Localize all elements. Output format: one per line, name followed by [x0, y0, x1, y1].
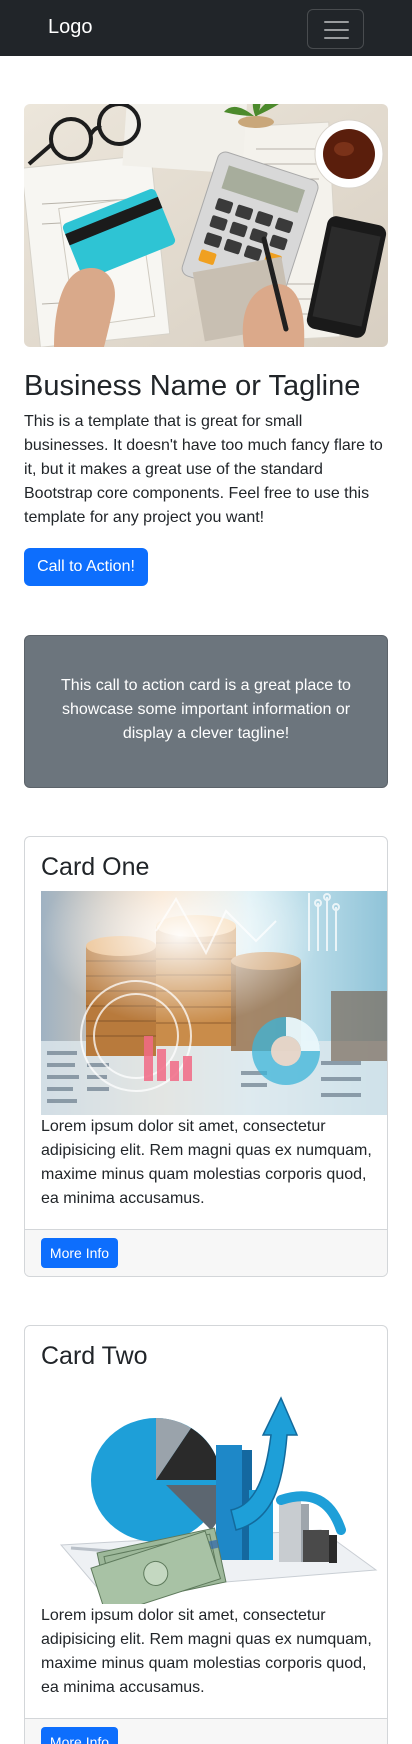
card-two-footer: More Info: [25, 1718, 387, 1744]
call-to-action-button[interactable]: Call to Action!: [24, 548, 148, 586]
card-one-image: [41, 891, 387, 1115]
navbar-toggler-button[interactable]: [307, 9, 364, 49]
card-one-title: Card One: [41, 853, 150, 881]
card-one-more-info-button[interactable]: More Info: [41, 1238, 118, 1268]
card-one-text: Lorem ipsum dolor sit amet, consectetur …: [41, 1118, 372, 1207]
call-to-action-card-text: This call to action card is a great plac…: [61, 677, 351, 742]
hero-title: Business Name or Tagline: [24, 370, 361, 402]
card-two-text: Lorem ipsum dolor sit amet, consectetur …: [41, 1607, 372, 1696]
logo-link[interactable]: Logo: [48, 14, 93, 40]
navbar: Logo: [0, 0, 412, 56]
card-one: Card One Lorem ipsum dolor sit amet, con…: [24, 836, 388, 1277]
hero-description: This is a template that is great for sma…: [24, 413, 383, 526]
card-two-title: Card Two: [41, 1342, 148, 1370]
card-one-footer: More Info: [25, 1229, 387, 1276]
hero-image: [24, 104, 388, 347]
card-two-image: [41, 1380, 387, 1604]
card-two: Card Two Lorem ipsum dolor sit amet, con…: [24, 1325, 388, 1744]
call-to-action-card: This call to action card is a great plac…: [24, 635, 388, 788]
card-two-more-info-button[interactable]: More Info: [41, 1727, 118, 1744]
